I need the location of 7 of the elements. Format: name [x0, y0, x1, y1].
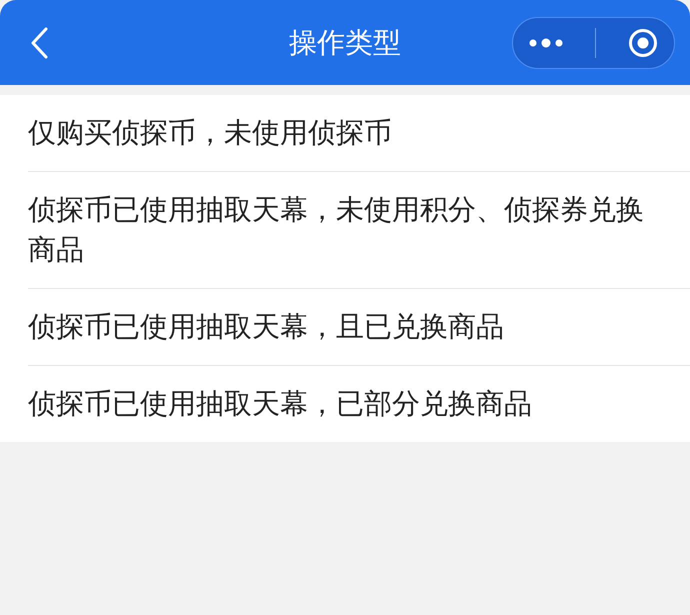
page-title: 操作类型	[289, 24, 401, 60]
option-item[interactable]: 仅购买侦探币，未使用侦探币	[28, 95, 690, 172]
option-item[interactable]: 侦探币已使用抽取天幕，且已兑换商品	[28, 289, 690, 366]
back-icon[interactable]	[30, 26, 48, 58]
option-item[interactable]: 侦探币已使用抽取天幕，已部分兑换商品	[28, 366, 690, 442]
option-item[interactable]: 侦探币已使用抽取天幕，未使用积分、侦探券兑换商品	[28, 172, 690, 289]
more-icon[interactable]	[529, 38, 563, 48]
